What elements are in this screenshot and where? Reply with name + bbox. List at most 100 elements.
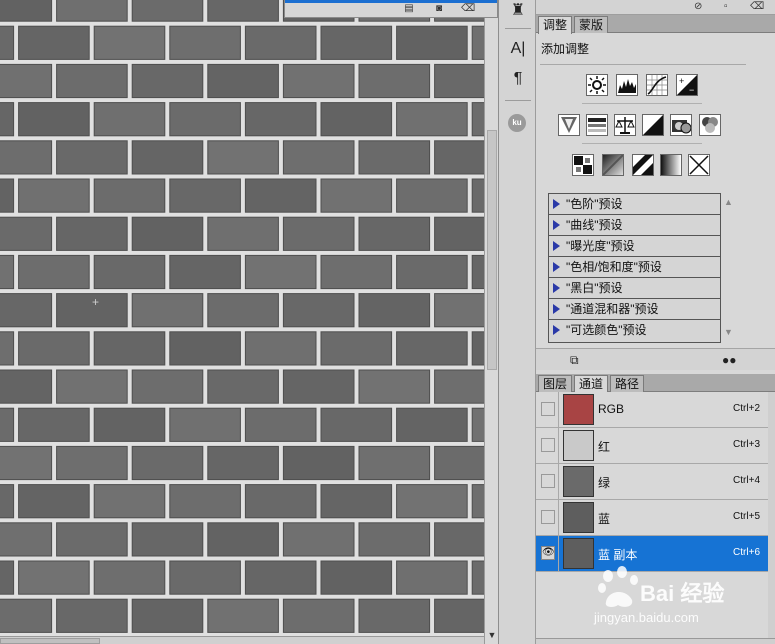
expand-triangle-icon[interactable] [553,325,560,335]
visibility-toggle[interactable] [541,474,555,488]
hue-saturation-icon[interactable] [586,114,608,136]
tab-adjustments[interactable]: 调整 [538,16,573,34]
brick [169,254,241,290]
divider [558,392,559,428]
paragraph-icon[interactable]: ¶ [506,68,530,90]
brick [169,407,241,442]
channels-list: RGB Ctrl+2 红 Ctrl+3 绿 Ctrl+4 蓝 Ctrl+5 👁 … [536,392,768,638]
no-icon[interactable]: ⊘ [694,1,702,12]
brick [131,522,204,557]
kuler-icon[interactable]: ku [508,114,526,132]
brick [244,484,317,519]
black-white-icon[interactable] [642,114,664,136]
visibility-toggle[interactable] [541,510,555,524]
preset-levels[interactable]: "色阶"预设 [549,194,720,215]
stamp-icon[interactable]: ♜ [506,0,530,22]
scroll-down-arrow-icon[interactable]: ▼ [486,630,498,640]
gradient-map-icon[interactable] [660,154,682,176]
expand-triangle-icon[interactable] [553,199,560,209]
channel-thumbnail [563,466,594,497]
new-doc-icon[interactable]: ▤ [403,4,415,14]
posterize-icon[interactable] [602,154,624,176]
character-panel-icon[interactable]: A| [506,38,530,60]
brick [207,598,279,633]
visibility-toggle[interactable] [541,402,555,416]
exposure-icon[interactable]: + − [676,74,698,96]
visibility-toggle[interactable] [541,438,555,452]
expand-triangle-icon[interactable] [553,283,560,293]
horizontal-scroll-thumb[interactable] [0,638,100,644]
tab-masks[interactable]: 蒙版 [574,16,609,33]
expand-triangle-icon[interactable] [553,241,560,251]
channel-mixer-icon[interactable] [699,114,721,136]
vertical-scroll-thumb[interactable] [487,130,497,370]
brick [358,598,431,633]
trash-icon[interactable]: ⌫ [750,1,764,12]
brick [320,25,393,60]
channel-name: RGB [598,402,625,416]
brick [0,102,15,137]
photo-filter-icon[interactable] [670,114,692,136]
tab-layers[interactable]: 图层 [538,375,573,392]
brick [131,216,204,251]
tab-paths[interactable]: 路径 [610,375,645,392]
canvas-horizontal-scrollbar[interactable] [0,636,484,644]
brick [169,178,241,213]
curves-icon[interactable] [646,74,668,96]
invert-icon[interactable] [572,154,594,176]
eye-icon[interactable]: 👁 [541,546,555,560]
channel-row-green[interactable]: 绿 Ctrl+4 [536,464,768,500]
brick [131,63,204,99]
svg-text:+: + [679,76,684,86]
channels-footer [536,638,775,644]
layer-visibility-circles-icon[interactable]: ●● [722,353,737,367]
channel-row-red[interactable]: 红 Ctrl+3 [536,428,768,464]
brick [244,25,317,60]
add-adjustment-title: 添加调整 [541,42,590,56]
scroll-up-arrow-icon[interactable]: ▲ [724,197,733,207]
scroll-down-arrow-icon[interactable]: ▼ [724,327,733,337]
preset-black-white[interactable]: "黑白"预设 [549,278,720,299]
channel-row-blue[interactable]: 蓝 Ctrl+5 [536,500,768,536]
brick [358,216,431,251]
preset-curves[interactable]: "曲线"预设 [549,215,720,236]
color-balance-icon[interactable] [614,114,636,136]
brick [282,63,355,99]
trash-icon[interactable]: ⌫ [461,4,475,14]
brick [18,254,90,290]
brick-wall-image: + [0,0,484,644]
expand-triangle-icon[interactable] [553,262,560,272]
brick [0,407,15,442]
brick [320,102,393,137]
canvas-vertical-scrollbar[interactable]: ▼ [484,0,498,644]
document-canvas[interactable]: + [0,0,484,644]
preset-channel-mixer[interactable]: "通道混和器"预设 [549,299,720,320]
presets-scrollbar[interactable]: ▲ ▼ [721,193,737,343]
brick [207,140,279,175]
brick [207,522,279,557]
levels-icon[interactable] [616,74,638,96]
new-doc-icon[interactable]: ▫ [724,1,728,12]
channel-row-blue-copy[interactable]: 👁 蓝 副本 Ctrl+6 [536,536,768,572]
panel-view-toggle-icon[interactable]: ⧉ [570,353,579,368]
expand-triangle-icon[interactable] [553,304,560,314]
preset-exposure[interactable]: "曝光度"预设 [549,236,720,257]
channel-row-rgb[interactable]: RGB Ctrl+2 [536,392,768,428]
expand-triangle-icon[interactable] [553,220,560,230]
threshold-icon[interactable] [632,154,654,176]
preset-hue-saturation[interactable]: "色相/饱和度"预设 [549,257,720,278]
channels-scrollbar[interactable] [768,392,775,638]
preset-selective-color[interactable]: "可选颜色"预设 [549,320,720,341]
selective-color-icon[interactable] [688,154,710,176]
camera-icon[interactable]: ◙ [433,4,445,14]
svg-text:−: − [689,85,694,95]
brick [93,254,166,290]
brick [0,63,53,99]
brightness-contrast-icon[interactable] [586,74,608,96]
vibrance-icon[interactable] [558,114,580,136]
brick [244,102,317,137]
brick [0,331,15,366]
brick [471,178,484,213]
tab-channels[interactable]: 通道 [574,375,609,393]
brick [244,254,317,290]
